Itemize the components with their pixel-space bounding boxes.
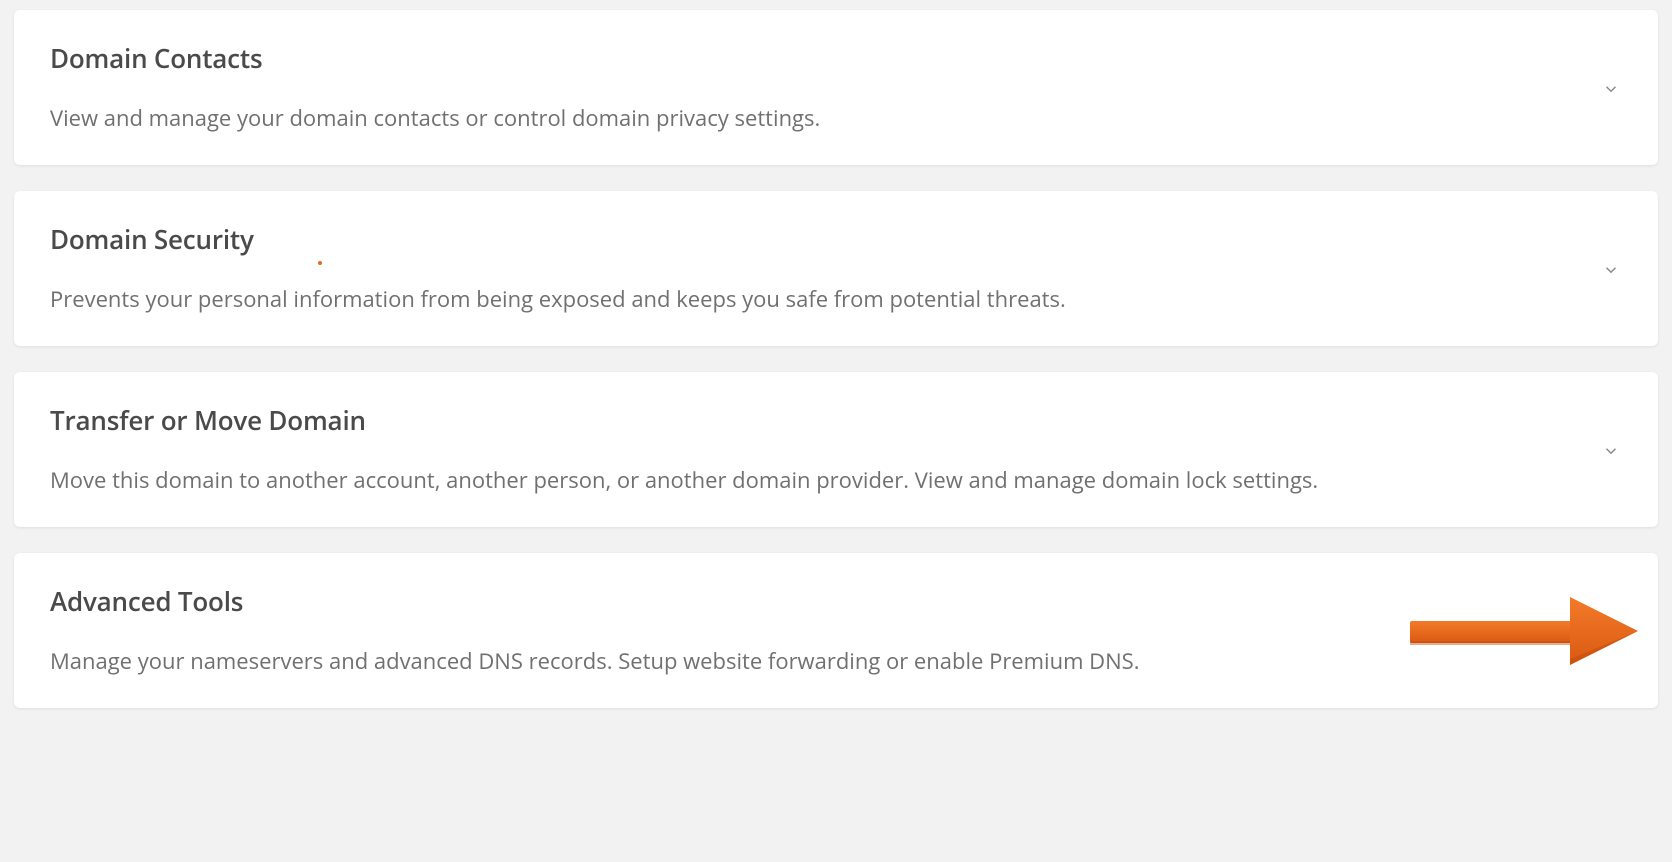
panel-description: Prevents your personal information from … [50,283,1582,316]
chevron-down-icon[interactable] [1602,80,1622,100]
panel-title: Transfer or Move Domain [50,402,1582,438]
card-content: Transfer or Move Domain Move this domain… [50,402,1582,497]
transfer-move-domain-panel[interactable]: Transfer or Move Domain Move this domain… [14,372,1658,527]
accent-dot-icon [318,261,322,265]
chevron-down-icon[interactable] [1602,623,1622,643]
domain-contacts-panel[interactable]: Domain Contacts View and manage your dom… [14,10,1658,165]
panel-title: Domain Security [50,221,1582,257]
domain-security-panel[interactable]: Domain Security Prevents your personal i… [14,191,1658,346]
panel-description: Move this domain to another account, ano… [50,464,1582,497]
panel-title: Domain Contacts [50,40,1582,76]
panel-description: Manage your nameservers and advanced DNS… [50,645,1582,678]
card-content: Domain Contacts View and manage your dom… [50,40,1582,135]
card-content: Advanced Tools Manage your nameservers a… [50,583,1582,678]
chevron-down-icon[interactable] [1602,442,1622,462]
panel-description: View and manage your domain contacts or … [50,102,1582,135]
panel-title: Advanced Tools [50,583,1582,619]
chevron-down-icon[interactable] [1602,261,1622,281]
card-content: Domain Security Prevents your personal i… [50,221,1582,316]
advanced-tools-panel[interactable]: Advanced Tools Manage your nameservers a… [14,553,1658,708]
